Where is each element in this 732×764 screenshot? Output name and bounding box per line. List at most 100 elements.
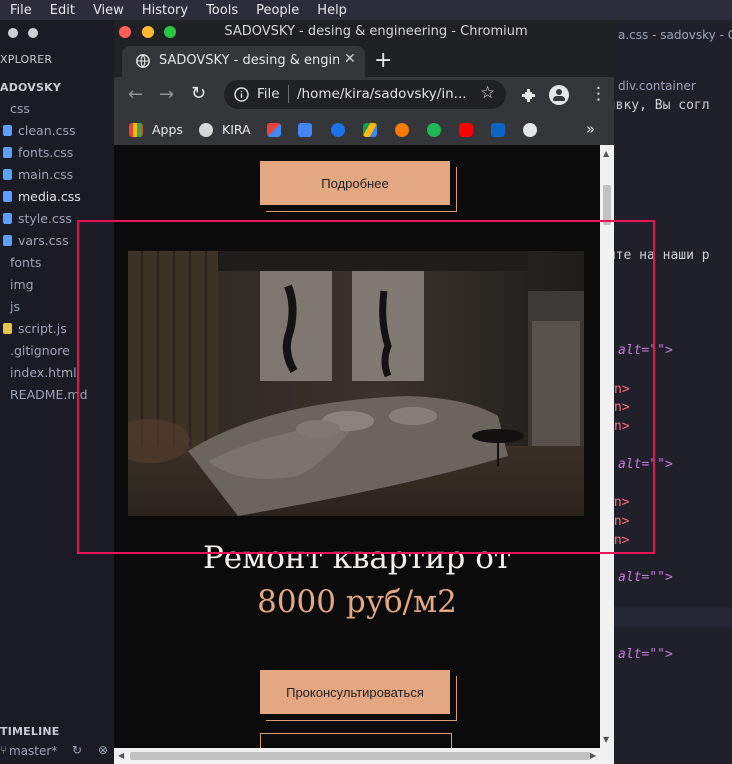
menu-view[interactable]: View [83, 3, 132, 18]
file-icon [3, 235, 12, 246]
next-button-outline[interactable] [260, 733, 452, 748]
scroll-up-icon[interactable]: ▲ [603, 149, 609, 158]
address-bar[interactable]: File /home/kira/sadovsky/in... ☆ [224, 80, 506, 109]
spotify-icon[interactable] [427, 123, 441, 137]
bookmark-apps[interactable]: Apps [152, 122, 183, 137]
file-label: clean.css [18, 123, 76, 138]
code-editor: a.css - sadovsky - C div.container › аяв… [600, 20, 732, 764]
code-line: ните на наши р [600, 248, 710, 263]
kira-icon[interactable] [199, 123, 213, 137]
kebab-menu-icon[interactable]: ⋮ [590, 84, 607, 104]
music-icon[interactable] [395, 123, 409, 137]
breadcrumb[interactable]: div.container [618, 79, 696, 93]
file-item[interactable]: .gitignore [0, 340, 70, 362]
file-icon [3, 213, 12, 224]
file-icon [0, 389, 4, 400]
code-line: аявку, Вы согл [600, 98, 710, 113]
github-icon[interactable] [523, 123, 537, 137]
tab-title: SADOVSKY - desing & enginee [159, 53, 339, 68]
file-item[interactable]: main.css [3, 164, 73, 186]
file-item[interactable]: clean.css [3, 120, 76, 142]
new-tab-icon[interactable]: + [374, 48, 392, 73]
hero-price: 8000 руб/м2 [257, 584, 457, 620]
more-button[interactable]: Подробнее [260, 161, 450, 205]
file-icon [0, 345, 4, 356]
file-label: fonts [10, 255, 42, 270]
file-label: media.css [18, 189, 81, 204]
file-label: img [10, 277, 34, 292]
explorer-label: XPLORER [0, 53, 53, 66]
file-icon [0, 367, 4, 378]
window-control-icon[interactable] [8, 28, 18, 38]
file-item[interactable]: css [0, 98, 30, 120]
info-icon[interactable] [234, 87, 249, 102]
file-label: vars.css [18, 233, 69, 248]
scroll-down-icon[interactable]: ▼ [603, 735, 609, 744]
menu-edit[interactable]: Edit [40, 3, 83, 18]
horizontal-scrollbar[interactable]: ◀ ▶ [114, 748, 614, 764]
active-tab[interactable]: SADOVSKY - desing & enginee ✕ [122, 46, 365, 77]
more-bookmarks-icon[interactable]: » [586, 120, 595, 138]
file-item[interactable]: fonts.css [3, 142, 73, 164]
timeline-label[interactable]: TIMELINE [0, 725, 59, 738]
file-item[interactable]: img [0, 274, 34, 296]
menu-people[interactable]: People [246, 3, 307, 18]
file-item[interactable]: script.js [3, 318, 67, 340]
project-label[interactable]: ADOVSKY [0, 81, 61, 94]
menu-history[interactable]: History [132, 3, 196, 18]
sync-icon[interactable]: ↻ [72, 743, 82, 757]
translate-icon[interactable] [298, 123, 312, 137]
consult-button[interactable]: Проконсультироваться [260, 670, 450, 714]
file-label: .gitignore [10, 343, 70, 358]
address-url[interactable]: /home/kira/sadovsky/in... [297, 86, 467, 102]
file-item[interactable]: index.html [0, 362, 77, 384]
close-tab-icon[interactable]: ✕ [344, 51, 356, 67]
extensions-icon[interactable] [521, 88, 537, 104]
star-icon[interactable]: ☆ [480, 83, 495, 103]
page-viewport: Подробнее Ремонт квартир от 8000 руб/м2 … [114, 145, 600, 748]
menu-tools[interactable]: Tools [196, 3, 246, 18]
bookmark-kira[interactable]: KIRA [222, 122, 251, 137]
error-icon[interactable]: ⊗ [98, 743, 108, 757]
menu-help[interactable]: Help [307, 3, 355, 18]
git-branch[interactable]: master* [9, 744, 57, 758]
file-label: css [10, 101, 30, 116]
window-control-icon[interactable] [28, 28, 38, 38]
hero-heading: Ремонт квартир от [202, 540, 512, 576]
file-icon [0, 301, 4, 312]
file-item[interactable]: style.css [3, 208, 72, 230]
file-label: fonts.css [18, 145, 74, 160]
file-item[interactable]: README.md [0, 384, 88, 406]
scroll-left-icon[interactable]: ◀ [118, 751, 124, 760]
file-icon [3, 191, 12, 202]
linkedin-icon[interactable] [491, 123, 505, 137]
file-item[interactable]: js [0, 296, 20, 318]
code-line: alt=""> [618, 570, 673, 585]
file-icon [0, 279, 4, 290]
forward-icon[interactable]: → [159, 84, 174, 105]
youtube-icon[interactable] [459, 123, 473, 137]
scrollbar-thumb[interactable] [130, 752, 590, 760]
file-item[interactable]: vars.css [3, 230, 69, 252]
tab-strip: SADOVSKY - desing & enginee ✕ + [114, 44, 614, 77]
contacts-icon[interactable] [331, 123, 345, 137]
file-item[interactable]: media.css [3, 186, 81, 208]
file-icon [3, 169, 12, 180]
scroll-right-icon[interactable]: ▶ [590, 751, 596, 760]
file-icon [3, 323, 12, 334]
drive-icon[interactable] [363, 123, 377, 137]
browser-toolbar: ← → ↻ File /home/kira/sadovsky/in... ☆ ⋮ [114, 77, 614, 115]
menu-file[interactable]: File [0, 3, 40, 18]
code-line: n> [614, 419, 630, 434]
file-label: main.css [18, 167, 74, 182]
scrollbar-thumb[interactable] [603, 185, 611, 225]
profile-avatar[interactable] [549, 85, 569, 105]
gmail-icon[interactable] [267, 123, 281, 137]
back-icon[interactable]: ← [128, 84, 143, 105]
file-item[interactable]: fonts [0, 252, 41, 274]
vertical-scrollbar[interactable]: ▲ ▼ [600, 145, 614, 748]
apps-grid-icon[interactable] [129, 123, 143, 137]
reload-icon[interactable]: ↻ [191, 83, 206, 104]
file-label: js [10, 299, 20, 314]
file-explorer: XPLORER ADOVSKY css clean.css fonts.css mai… [0, 20, 116, 764]
